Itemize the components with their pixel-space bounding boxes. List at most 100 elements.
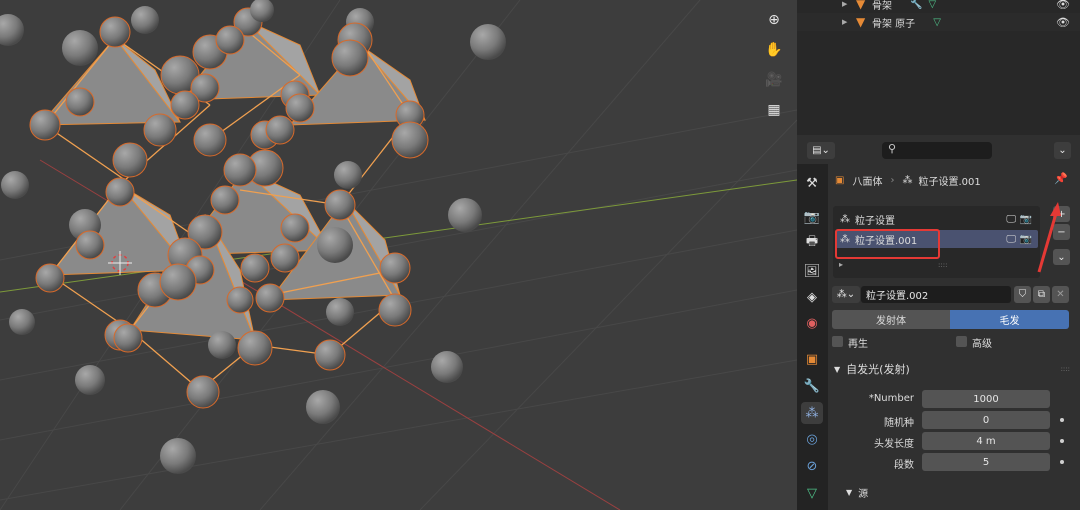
- duplicate-icon[interactable]: ⧉: [1033, 286, 1050, 303]
- eye-icon[interactable]: 👁: [1056, 0, 1070, 11]
- render-camera-icon[interactable]: 📷: [1020, 214, 1032, 225]
- list-item[interactable]: ⁂ 粒子设置 🖵 📷: [835, 210, 1038, 228]
- fake-user-shield-icon[interactable]: ⛉: [1014, 286, 1031, 303]
- view-layer-tab-icon[interactable]: 🖼: [801, 260, 823, 282]
- render-tab-icon[interactable]: 📷: [801, 206, 823, 228]
- list-resize-grip[interactable]: ::::: [938, 261, 947, 269]
- data-tab-icon[interactable]: ▽: [801, 482, 823, 504]
- outliner-row[interactable]: ▶ ▼ 骨架 原子 ▽ 👁: [797, 13, 1080, 31]
- expand-arrow-icon[interactable]: ▶: [842, 18, 856, 26]
- atom-sphere[interactable]: [35, 263, 65, 293]
- hair-length-field[interactable]: 4 m: [922, 432, 1050, 450]
- particles-tab-icon[interactable]: ⁂: [801, 402, 823, 424]
- atom-sphere[interactable]: [113, 323, 143, 353]
- browse-settings-button[interactable]: ⁂⌄: [832, 286, 860, 303]
- type-hair-tab[interactable]: 毛发: [950, 310, 1069, 329]
- advanced-checkbox[interactable]: [956, 336, 967, 347]
- atom-sphere[interactable]: [470, 24, 506, 60]
- atom-sphere[interactable]: [112, 142, 148, 178]
- unlink-icon[interactable]: ✕: [1052, 286, 1069, 303]
- atom-sphere[interactable]: [208, 331, 236, 359]
- type-emitter-tab[interactable]: 发射体: [832, 310, 950, 329]
- atom-sphere[interactable]: [334, 161, 362, 189]
- atom-sphere[interactable]: [226, 286, 254, 314]
- atom-sphere[interactable]: [326, 298, 354, 326]
- atom-sphere[interactable]: [285, 93, 315, 123]
- seed-field[interactable]: 0: [922, 411, 1050, 429]
- atom-sphere[interactable]: [186, 375, 220, 409]
- atom-sphere[interactable]: [131, 6, 159, 34]
- atom-sphere[interactable]: [210, 185, 240, 215]
- atom-sphere[interactable]: [193, 123, 227, 157]
- viewport-display-icon[interactable]: 🖵: [1006, 234, 1016, 245]
- atom-sphere[interactable]: [448, 198, 482, 232]
- atom-sphere[interactable]: [331, 39, 369, 77]
- emission-section-header[interactable]: ▼ 自发光(发射) ::::: [828, 358, 1080, 380]
- keyframe-dot-icon[interactable]: [1060, 460, 1064, 464]
- atom-sphere[interactable]: [1, 171, 29, 199]
- atom-sphere[interactable]: [62, 30, 98, 66]
- keyframe-dot-icon[interactable]: [1060, 439, 1064, 443]
- atom-sphere[interactable]: [9, 309, 35, 335]
- expand-arrow-icon[interactable]: ▶: [842, 0, 856, 8]
- atom-sphere[interactable]: [105, 177, 135, 207]
- list-expand-icon[interactable]: ▸: [839, 260, 843, 269]
- atom-sphere[interactable]: [255, 283, 285, 313]
- atom-sphere[interactable]: [75, 365, 105, 395]
- atom-sphere[interactable]: [378, 293, 412, 327]
- atom-sphere[interactable]: [324, 189, 356, 221]
- outliner[interactable]: ▶ ▼ 骨架 🔧 ▽ 👁 ▶ ▼ 骨架 原子 ▽ 👁: [797, 0, 1080, 135]
- atom-sphere[interactable]: [99, 16, 131, 48]
- atom-sphere[interactable]: [160, 438, 196, 474]
- atom-sphere[interactable]: [314, 339, 346, 371]
- constraints-tab-icon[interactable]: ⊘: [801, 455, 823, 477]
- editor-type-button[interactable]: ▤⌄: [807, 142, 835, 159]
- eye-icon[interactable]: 👁: [1056, 16, 1070, 29]
- atom-sphere[interactable]: [170, 90, 200, 120]
- number-field[interactable]: 1000: [922, 390, 1050, 408]
- atom-sphere[interactable]: [237, 330, 273, 366]
- render-camera-icon[interactable]: 📷: [1020, 234, 1032, 245]
- atom-sphere[interactable]: [265, 115, 295, 145]
- regrow-checkbox[interactable]: [832, 336, 843, 347]
- atom-sphere[interactable]: [280, 213, 310, 243]
- tool-tab-icon[interactable]: ⚒: [801, 172, 823, 194]
- atom-sphere[interactable]: [159, 263, 197, 301]
- atom-sphere[interactable]: [270, 243, 300, 273]
- atom-sphere[interactable]: [306, 390, 340, 424]
- pan-hand-icon[interactable]: ✋: [762, 38, 786, 62]
- scene-tab-icon[interactable]: ◈: [801, 286, 823, 308]
- atom-sphere[interactable]: [391, 121, 429, 159]
- settings-name-field[interactable]: 粒子设置.002: [861, 286, 1011, 303]
- atom-sphere[interactable]: [0, 14, 24, 46]
- camera-icon[interactable]: 🎥: [762, 68, 786, 92]
- viewport-display-icon[interactable]: 🖵: [1006, 214, 1016, 225]
- atom-sphere[interactable]: [240, 253, 270, 283]
- atom-sphere[interactable]: [65, 87, 95, 117]
- modifier-tab-icon[interactable]: 🔧: [801, 375, 823, 397]
- output-tab-icon[interactable]: 🖶: [801, 232, 823, 254]
- object-tab-icon[interactable]: ▣: [801, 348, 823, 370]
- zoom-icon[interactable]: ⊕: [762, 8, 786, 32]
- viewport-scene[interactable]: [0, 0, 797, 510]
- grid-view-icon[interactable]: ▦: [762, 98, 786, 122]
- properties-search-input[interactable]: ⚲: [882, 142, 992, 159]
- source-section-header[interactable]: ▼ 源: [846, 485, 868, 500]
- options-chevron-button[interactable]: ⌄: [1054, 142, 1071, 159]
- atom-sphere[interactable]: [223, 153, 257, 187]
- keyframe-dot-icon[interactable]: [1060, 418, 1064, 422]
- drag-grip-icon[interactable]: ::::: [1061, 365, 1070, 373]
- atom-sphere[interactable]: [431, 351, 463, 383]
- atom-sphere[interactable]: [215, 25, 245, 55]
- segments-field[interactable]: 5: [922, 453, 1050, 471]
- pin-icon[interactable]: 📌: [1054, 172, 1068, 185]
- physics-tab-icon[interactable]: ◎: [801, 428, 823, 450]
- atom-sphere[interactable]: [143, 113, 177, 147]
- world-tab-icon[interactable]: ◉: [801, 312, 823, 334]
- outliner-row[interactable]: ▶ ▼ 骨架 🔧 ▽ 👁: [797, 0, 1080, 13]
- 3d-viewport[interactable]: ⊕ ✋ 🎥 ▦: [0, 0, 797, 510]
- atom-sphere[interactable]: [379, 252, 411, 284]
- atom-sphere[interactable]: [75, 230, 105, 260]
- atom-sphere[interactable]: [29, 109, 61, 141]
- atom-sphere[interactable]: [317, 227, 353, 263]
